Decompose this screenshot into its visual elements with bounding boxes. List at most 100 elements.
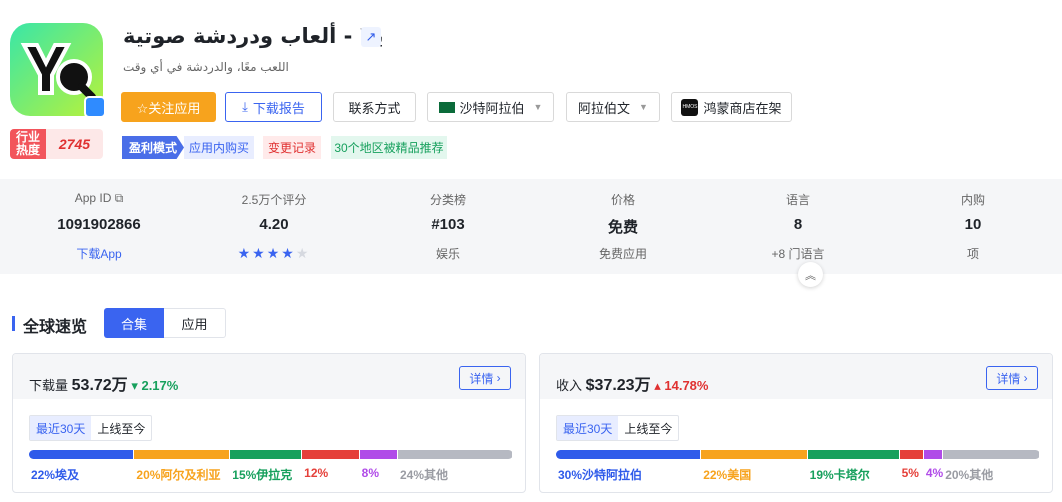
share-label: 19%卡塔尔 bbox=[809, 468, 870, 482]
heat-label-line-2: 热度 bbox=[15, 143, 40, 157]
harmony-label: 鸿蒙商店在架 bbox=[703, 100, 782, 116]
downloads-metric: 下载量 53.72万 ▾ 2.17% bbox=[29, 371, 178, 395]
heat-value: 2745 bbox=[58, 136, 91, 152]
star-icon: ★ bbox=[266, 245, 282, 261]
period-toggle: 最近30天 上线至今 bbox=[556, 415, 680, 441]
chevron-right-icon: › bbox=[496, 371, 501, 385]
share-segment bbox=[701, 450, 807, 459]
share-labels: 30%沙特阿拉伯 22%美国 19%卡塔尔 5% 4% 20%其他 bbox=[556, 466, 1040, 482]
share-label: 4% bbox=[925, 466, 944, 480]
monetization-tag: 盈利模式 bbox=[122, 136, 184, 159]
stats-strip: App ID ⧉ 1091902866 下载App 2.5万个评分 4.20 ★… bbox=[0, 179, 1062, 274]
in-app-purchase-tag[interactable]: 应用内购买 bbox=[184, 136, 254, 159]
share-label: 24%其他 bbox=[399, 468, 449, 482]
share-segment bbox=[397, 450, 512, 459]
download-app-link[interactable]: 下载App bbox=[29, 245, 169, 262]
share-segment bbox=[899, 450, 923, 459]
metric-value: 53.72万 bbox=[71, 377, 128, 394]
details-button[interactable]: 详情 › bbox=[986, 366, 1038, 390]
changelog-tag[interactable]: 变更记录 bbox=[263, 136, 321, 159]
share-label: 12% bbox=[304, 466, 329, 480]
toggle-since-launch[interactable]: 上线至今 bbox=[91, 416, 151, 440]
share-segment bbox=[302, 450, 359, 459]
stat-value: 8 bbox=[793, 216, 803, 233]
tab-app[interactable]: 应用 bbox=[164, 308, 226, 338]
harmony-os-icon: HMOS bbox=[681, 98, 699, 116]
copy-icon[interactable]: ⧉ bbox=[115, 191, 124, 205]
share-segment bbox=[807, 450, 899, 459]
follow-app-button[interactable]: ☆关注应用 bbox=[121, 92, 216, 122]
country-select[interactable]: 沙特阿拉伯 ▼ bbox=[427, 92, 554, 122]
collapse-icon[interactable]: ︽ bbox=[798, 262, 823, 287]
share-segment bbox=[230, 450, 302, 459]
featured-regions-tag[interactable]: 30个地区被精品推荐 bbox=[331, 136, 447, 159]
language-select[interactable]: 阿拉伯文 ▼ bbox=[566, 92, 660, 122]
stat-value: #103 bbox=[431, 216, 465, 233]
downloads-card: 下载量 53.72万 ▾ 2.17% 详情 › 最近30天 上线至今 22%埃及… bbox=[12, 353, 526, 493]
toggle-last-30-days[interactable]: 最近30天 bbox=[557, 416, 619, 440]
stat-label: 分类榜 bbox=[429, 193, 466, 207]
section-title: 全球速览 bbox=[23, 319, 88, 336]
heat-label: 行业 热度 bbox=[10, 129, 46, 159]
share-labels: 22%埃及 20%阿尔及利亚 15%伊拉克 12% 8% 24%其他 bbox=[29, 466, 513, 482]
share-bar bbox=[29, 450, 513, 459]
language-label: 阿拉伯文 bbox=[578, 100, 631, 116]
revenue-metric: 收入 $37.23万 ▴ 14.78% bbox=[556, 371, 708, 395]
metric-label: 下载量 bbox=[29, 378, 69, 393]
period-toggle: 最近30天 上线至今 bbox=[29, 415, 153, 441]
section-accent-bar bbox=[12, 316, 15, 331]
stat-value: 4.20 bbox=[259, 216, 289, 233]
stat-sub: 娱乐 bbox=[435, 247, 460, 261]
share-label: 22%埃及 bbox=[31, 468, 80, 482]
revenue-card: 收入 $37.23万 ▴ 14.78% 详情 › 最近30天 上线至今 30%沙… bbox=[539, 353, 1053, 493]
share-segment bbox=[29, 450, 134, 459]
download-report-button[interactable]: ⤓ 下载报告 bbox=[225, 92, 322, 122]
app-id-label: App ID bbox=[74, 191, 112, 205]
app-title: يلا - ألعاب ودردشة صوتية bbox=[123, 24, 384, 48]
share-segment bbox=[556, 450, 701, 459]
share-label: 20%其他 bbox=[945, 468, 994, 482]
share-segment bbox=[923, 450, 943, 459]
star-icon: ★ bbox=[281, 245, 296, 261]
share-segment bbox=[359, 450, 397, 459]
tab-all[interactable]: 合集 bbox=[104, 308, 164, 338]
toggle-since-launch[interactable]: 上线至今 bbox=[618, 416, 678, 440]
stat-label: 内购 bbox=[960, 193, 985, 207]
metric-change: 2.17% bbox=[141, 378, 179, 393]
app-subtitle: اللعب معًا، والدردشة في أي وقت bbox=[123, 60, 289, 74]
star-icon: ★ bbox=[237, 245, 253, 261]
toggle-last-30-days[interactable]: 最近30天 bbox=[30, 416, 92, 440]
stat-sub: 项 bbox=[966, 247, 979, 261]
share-bar bbox=[556, 450, 1040, 459]
change-up-icon: ▴ bbox=[654, 378, 661, 393]
stat-label: App ID ⧉ bbox=[29, 191, 169, 206]
share-label: 22%美国 bbox=[703, 468, 752, 482]
share-label: 15%伊拉克 bbox=[232, 468, 293, 482]
chevron-down-icon: ▼ bbox=[533, 102, 543, 112]
details-button[interactable]: 详情 › bbox=[459, 366, 511, 390]
share-label: 30%沙特阿拉伯 bbox=[558, 468, 643, 482]
saudi-flag-icon bbox=[438, 101, 455, 113]
contact-label: 联系方式 bbox=[348, 100, 401, 116]
rating-stars: ★★★★★ bbox=[204, 245, 344, 262]
country-label: 沙特阿拉伯 bbox=[459, 100, 525, 116]
metric-label: 收入 bbox=[556, 378, 583, 393]
metric-change: 14.78% bbox=[664, 378, 709, 393]
details-label: 详情 bbox=[996, 371, 1021, 386]
industry-heat-badge: 行业 热度 2745 bbox=[10, 129, 103, 159]
share-label: 5% bbox=[901, 466, 919, 480]
change-down-icon: ▾ bbox=[131, 378, 138, 393]
share-segment bbox=[943, 450, 1039, 459]
external-link-icon[interactable]: ↗ bbox=[361, 27, 381, 47]
stat-value: 10 bbox=[964, 216, 982, 233]
details-label: 详情 bbox=[469, 371, 494, 386]
stat-value: 1091902866 bbox=[57, 216, 141, 233]
share-label: 8% bbox=[361, 466, 379, 480]
share-segment bbox=[134, 450, 230, 459]
contact-button[interactable]: 联系方式 bbox=[333, 92, 416, 122]
metric-value: $37.23万 bbox=[585, 377, 651, 394]
stat-sub: +8 门语言 bbox=[771, 247, 825, 261]
chevron-down-icon: ▼ bbox=[639, 102, 648, 112]
harmony-store-button[interactable]: HMOS 鸿蒙商店在架 bbox=[671, 92, 792, 122]
stat-label: 语言 bbox=[785, 193, 810, 207]
